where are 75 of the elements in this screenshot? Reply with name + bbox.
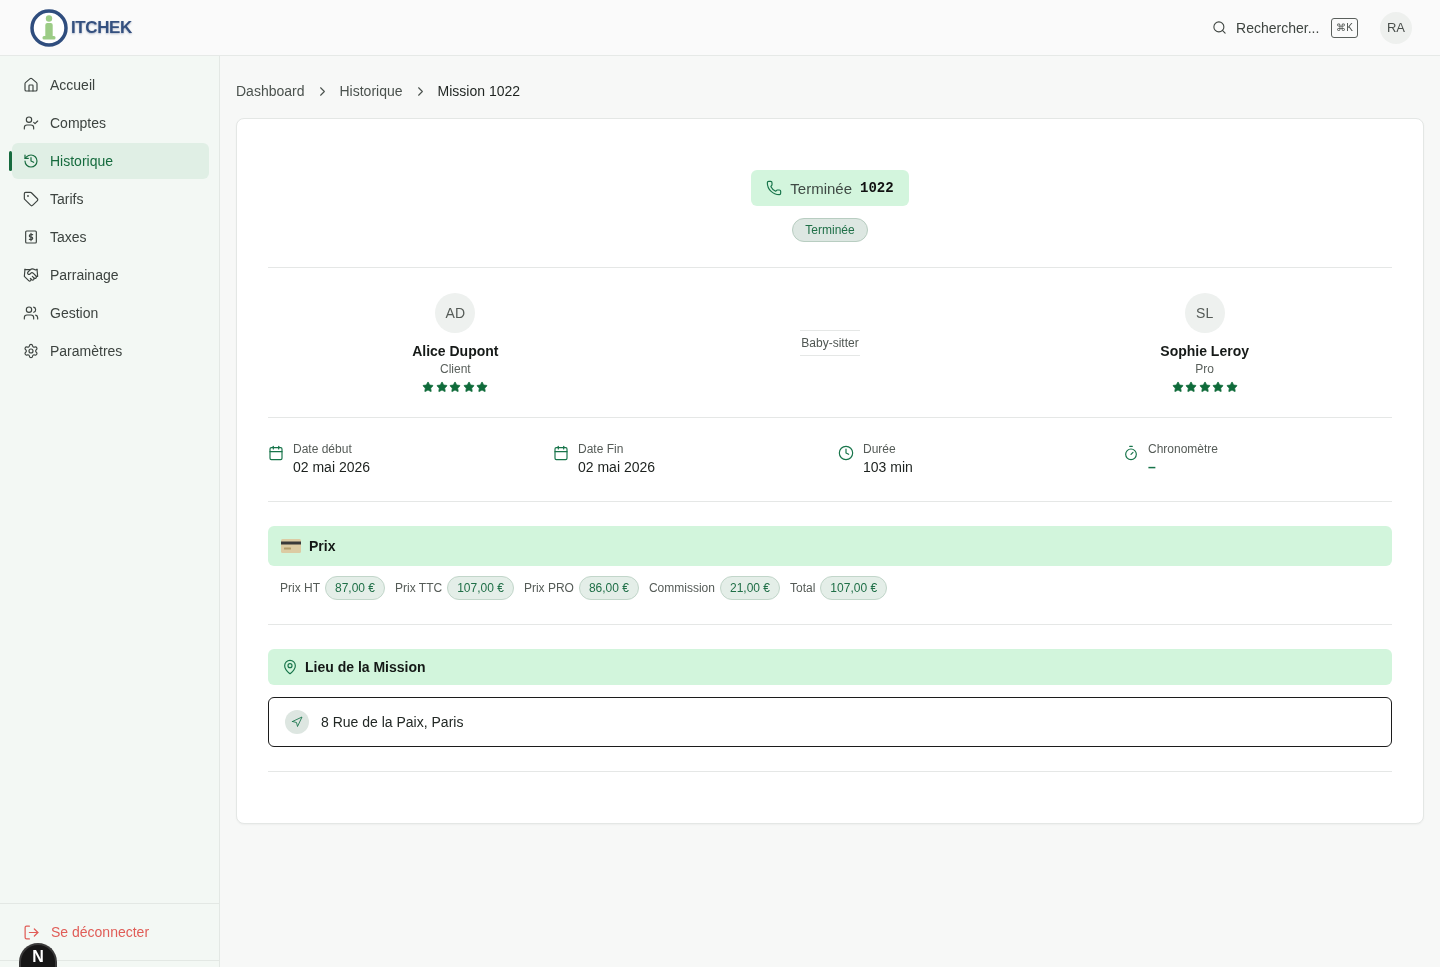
status-label: Terminée xyxy=(790,179,853,197)
logo-text: ITCHEK xyxy=(71,17,132,38)
house-icon xyxy=(23,77,39,93)
detail-value: 103 min xyxy=(863,458,913,477)
history-icon xyxy=(23,153,39,169)
active-indicator xyxy=(9,151,12,171)
address-text: 8 Rue de la Paix, Paris xyxy=(321,714,464,730)
calendar-icon xyxy=(268,445,284,461)
sidebar-item[interactable]: Accueil xyxy=(12,67,209,103)
price-value: 107,00 € xyxy=(447,576,514,600)
search-button[interactable]: Rechercher... ⌘K xyxy=(1212,17,1358,38)
sidebar-item[interactable]: Paramètres xyxy=(12,333,209,369)
user-avatar[interactable]: RA xyxy=(1380,11,1412,44)
sidebar-item[interactable]: Tarifs xyxy=(12,181,209,217)
breadcrumb-current: Mission 1022 xyxy=(437,83,521,99)
star-icon xyxy=(449,381,462,393)
price-value: 21,00 € xyxy=(719,576,780,600)
detail-value: 02 mai 2026 xyxy=(293,458,371,477)
map-pin-icon xyxy=(282,659,298,675)
price-label: Prix PRO xyxy=(523,581,574,595)
sidebar-item[interactable]: Taxes xyxy=(12,219,209,255)
star-icon xyxy=(1212,381,1225,393)
price-value: 107,00 € xyxy=(820,576,888,600)
star-icon xyxy=(1185,381,1198,393)
users-icon xyxy=(23,305,39,321)
handshake-icon xyxy=(23,267,39,283)
breadcrumb-link[interactable]: Dashboard xyxy=(236,83,305,99)
credit-card-icon xyxy=(281,539,301,553)
price-label: Total xyxy=(790,581,816,595)
avatar: AD xyxy=(435,293,476,333)
logo-icon xyxy=(29,7,69,48)
person-name: Alice Dupont xyxy=(412,342,499,361)
price-value: 86,00 € xyxy=(578,576,639,600)
price-label: Commission xyxy=(648,581,715,595)
detail-label: Date début xyxy=(293,441,353,457)
stopwatch-icon xyxy=(1123,445,1139,461)
sidebar-item[interactable]: Comptes xyxy=(12,105,209,141)
star-icon xyxy=(1225,381,1238,393)
price-label: Prix HT xyxy=(280,581,320,595)
avatar: SL xyxy=(1184,293,1225,333)
logout-icon xyxy=(23,923,40,941)
person-role: Pro xyxy=(1195,361,1214,377)
detail-label: Date Fin xyxy=(578,441,625,457)
star-icon xyxy=(1198,381,1211,393)
search-icon xyxy=(1212,20,1228,35)
star-icon xyxy=(1171,381,1184,393)
sidebar-item[interactable]: Historique xyxy=(12,143,209,179)
section-title: Prix xyxy=(309,538,336,554)
person-name: Sophie Leroy xyxy=(1160,342,1249,361)
status-badge: Terminée xyxy=(792,218,868,242)
receipt-dollar-icon xyxy=(23,229,39,245)
detail-value: 02 mai 2026 xyxy=(578,458,656,477)
sidebar-item[interactable]: Parrainage xyxy=(12,257,209,293)
breadcrumb-link[interactable]: Historique xyxy=(339,83,403,99)
star-icon xyxy=(435,381,448,393)
user-check-icon xyxy=(23,115,39,131)
price-value: 87,00 € xyxy=(325,576,386,600)
mission-number: 1022 xyxy=(860,180,894,196)
price-label: Prix TTC xyxy=(395,581,443,595)
star-icon xyxy=(462,381,475,393)
phone-icon xyxy=(766,180,783,196)
tag-icon xyxy=(23,191,39,207)
service-label: Baby-sitter xyxy=(800,330,860,356)
detail-label: Chronomètre xyxy=(1148,441,1219,457)
star-icon xyxy=(422,381,435,393)
detail-value: – xyxy=(1148,458,1157,477)
sidebar-item[interactable]: Gestion xyxy=(12,295,209,331)
person-role: Client xyxy=(440,361,471,377)
star-icon xyxy=(476,381,489,393)
detail-label: Durée xyxy=(863,441,897,457)
clock-icon xyxy=(838,445,854,461)
section-title: Lieu de la Mission xyxy=(305,659,426,675)
settings-icon xyxy=(23,343,39,359)
keyboard-shortcut: ⌘K xyxy=(1331,17,1358,38)
calendar-icon xyxy=(553,445,569,461)
